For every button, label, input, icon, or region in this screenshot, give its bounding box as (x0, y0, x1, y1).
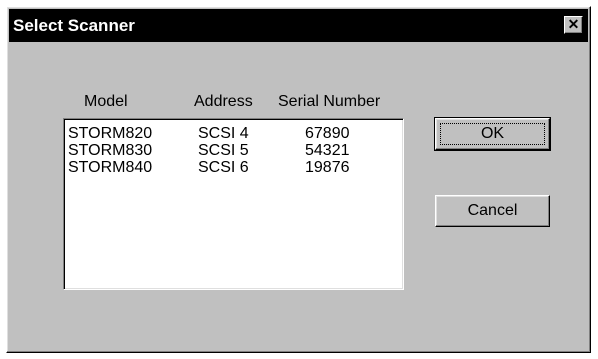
column-header-serial-number: Serial Number (278, 93, 381, 110)
scanner-model: STORM820 (68, 125, 153, 142)
column-header-address: Address (194, 93, 253, 110)
close-icon: ✕ (567, 16, 580, 32)
close-button[interactable]: ✕ (564, 16, 583, 34)
scanner-model: STORM830 (68, 142, 153, 159)
scanner-row[interactable]: STORM830 SCSI 5 54321 (64, 142, 403, 159)
scanner-list[interactable]: STORM820 SCSI 4 67890 STORM830 SCSI 5 54… (63, 118, 404, 290)
title-bar[interactable]: Select Scanner ✕ (9, 9, 588, 42)
cancel-button[interactable]: Cancel (435, 195, 550, 227)
focus-rectangle: OK (440, 123, 545, 145)
scanner-model: STORM840 (68, 159, 153, 176)
scanner-serial: 54321 (305, 142, 350, 159)
dialog-title: Select Scanner (13, 16, 135, 35)
scanner-address: SCSI 6 (198, 159, 249, 176)
cancel-button-label: Cancel (467, 202, 518, 219)
scanner-serial: 67890 (305, 125, 350, 142)
ok-button-label: OK (480, 125, 505, 142)
ok-button[interactable]: OK (434, 117, 551, 151)
select-scanner-dialog: Select Scanner ✕ Model Address Serial Nu… (6, 6, 591, 353)
column-header-model: Model (84, 93, 128, 110)
scanner-row[interactable]: STORM840 SCSI 6 19876 (64, 159, 403, 176)
scanner-serial: 19876 (305, 159, 350, 176)
scanner-row[interactable]: STORM820 SCSI 4 67890 (64, 125, 403, 142)
scanner-address: SCSI 4 (198, 125, 249, 142)
scanner-address: SCSI 5 (198, 142, 249, 159)
